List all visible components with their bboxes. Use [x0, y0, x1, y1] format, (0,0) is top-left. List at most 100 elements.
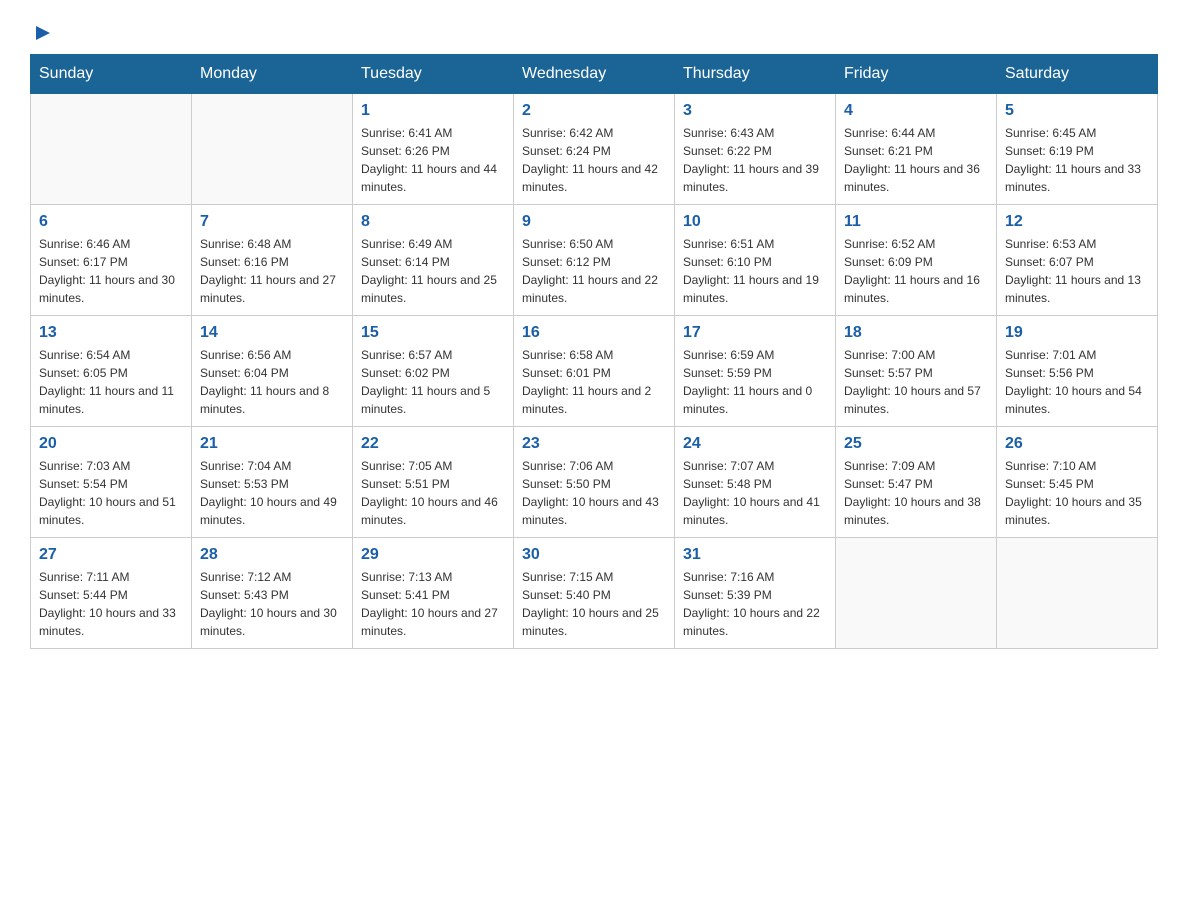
- sunset-text: Sunset: 6:16 PM: [200, 253, 344, 271]
- calendar-cell: 22 Sunrise: 7:05 AMSunset: 5:51 PMDayligh…: [353, 427, 514, 538]
- calendar-cell: 9Sunrise: 6:50 AMSunset: 6:12 PMDaylight…: [514, 205, 675, 316]
- sunrise-text: Sunrise: 6:56 AM: [200, 346, 344, 364]
- daylight-text: Daylight: 11 hours and 13 minutes.: [1005, 271, 1149, 307]
- sunset-text: Sunset: 6:02 PM: [361, 364, 505, 382]
- day-info: Sunrise: 7:00 AMSunset: 5:57 PMDaylight:…: [844, 346, 988, 418]
- daylight-text: Daylight: 10 hours and 30 minutes.: [200, 604, 344, 640]
- day-number: 11: [844, 213, 988, 231]
- sunrise-text: Sunrise: 6:43 AM: [683, 124, 827, 142]
- day-info: Sunrise: 6:56 AMSunset: 6:04 PMDaylight:…: [200, 346, 344, 418]
- calendar-cell: 14Sunrise: 6:56 AMSunset: 6:04 PMDayligh…: [192, 316, 353, 427]
- sunset-text: Sunset: 5:45 PM: [1005, 475, 1149, 493]
- calendar-cell: 27 Sunrise: 7:11 AMSunset: 5:44 PMDayligh…: [31, 538, 192, 649]
- sunset-text: Sunset: 6:26 PM: [361, 142, 505, 160]
- day-number: 1: [361, 102, 505, 120]
- day-info: Sunrise: 7:15 AMSunset: 5:40 PMDaylight:…: [522, 568, 666, 640]
- header-friday: Friday: [836, 55, 997, 94]
- sunrise-text: Sunrise: 7:01 AM: [1005, 346, 1149, 364]
- day-info: Sunrise: 7:05 AMSunset: 5:51 PMDaylight:…: [361, 457, 505, 529]
- calendar-cell: 13Sunrise: 6:54 AMSunset: 6:05 PMDayligh…: [31, 316, 192, 427]
- sunrise-text: Sunrise: 6:57 AM: [361, 346, 505, 364]
- sunset-text: Sunset: 5:53 PM: [200, 475, 344, 493]
- logo: [30, 20, 58, 44]
- sunrise-text: Sunrise: 6:44 AM: [844, 124, 988, 142]
- day-number: 3: [683, 102, 827, 120]
- calendar-cell: 5Sunrise: 6:45 AMSunset: 6:19 PMDaylight…: [997, 94, 1158, 205]
- daylight-text: Daylight: 11 hours and 36 minutes.: [844, 160, 988, 196]
- sunrise-text: Sunrise: 6:52 AM: [844, 235, 988, 253]
- calendar-cell: [192, 94, 353, 205]
- calendar-cell: 31Sunrise: 7:16 AMSunset: 5:39 PMDayligh…: [675, 538, 836, 649]
- daylight-text: Daylight: 10 hours and 57 minutes.: [844, 382, 988, 418]
- day-info: Sunrise: 6:51 AMSunset: 6:10 PMDaylight:…: [683, 235, 827, 307]
- daylight-text: Daylight: 11 hours and 11 minutes.: [39, 382, 183, 418]
- sunrise-text: Sunrise: 6:45 AM: [1005, 124, 1149, 142]
- day-info: Sunrise: 6:59 AMSunset: 5:59 PMDaylight:…: [683, 346, 827, 418]
- sunset-text: Sunset: 5:48 PM: [683, 475, 827, 493]
- day-info: Sunrise: 6:53 AMSunset: 6:07 PMDaylight:…: [1005, 235, 1149, 307]
- daylight-text: Daylight: 10 hours and 43 minutes.: [522, 493, 666, 529]
- day-info: Sunrise: 6:45 AMSunset: 6:19 PMDaylight:…: [1005, 124, 1149, 196]
- calendar-cell: 12Sunrise: 6:53 AMSunset: 6:07 PMDayligh…: [997, 205, 1158, 316]
- day-number: 27: [39, 546, 183, 564]
- sunset-text: Sunset: 6:12 PM: [522, 253, 666, 271]
- sunset-text: Sunset: 6:19 PM: [1005, 142, 1149, 160]
- day-number: 8: [361, 213, 505, 231]
- sunset-text: Sunset: 5:39 PM: [683, 586, 827, 604]
- calendar-cell: 28Sunrise: 7:12 AMSunset: 5:43 PMDayligh…: [192, 538, 353, 649]
- day-number: 16: [522, 324, 666, 342]
- day-info: Sunrise: 7:10 AMSunset: 5:45 PMDaylight:…: [1005, 457, 1149, 529]
- day-info: Sunrise: 7:13 AMSunset: 5:41 PMDaylight:…: [361, 568, 505, 640]
- calendar-table: SundayMondayTuesdayWednesdayThursdayFrid…: [30, 54, 1158, 649]
- day-info: Sunrise: 7:11 AMSunset: 5:44 PMDaylight:…: [39, 568, 183, 640]
- header-saturday: Saturday: [997, 55, 1158, 94]
- sunrise-text: Sunrise: 7:13 AM: [361, 568, 505, 586]
- header-sunday: Sunday: [31, 55, 192, 94]
- sunset-text: Sunset: 6:14 PM: [361, 253, 505, 271]
- day-number: 26: [1005, 435, 1149, 453]
- day-number: 30: [522, 546, 666, 564]
- sunset-text: Sunset: 6:22 PM: [683, 142, 827, 160]
- daylight-text: Daylight: 11 hours and 8 minutes.: [200, 382, 344, 418]
- sunset-text: Sunset: 5:54 PM: [39, 475, 183, 493]
- day-info: Sunrise: 7:07 AMSunset: 5:48 PMDaylight:…: [683, 457, 827, 529]
- sunrise-text: Sunrise: 6:59 AM: [683, 346, 827, 364]
- day-number: 13: [39, 324, 183, 342]
- sunrise-text: Sunrise: 6:49 AM: [361, 235, 505, 253]
- day-number: 22: [361, 435, 505, 453]
- day-number: 31: [683, 546, 827, 564]
- calendar-cell: 4Sunrise: 6:44 AMSunset: 6:21 PMDaylight…: [836, 94, 997, 205]
- calendar-cell: 3Sunrise: 6:43 AMSunset: 6:22 PMDaylight…: [675, 94, 836, 205]
- day-info: Sunrise: 6:48 AMSunset: 6:16 PMDaylight:…: [200, 235, 344, 307]
- daylight-text: Daylight: 10 hours and 27 minutes.: [361, 604, 505, 640]
- day-info: Sunrise: 7:04 AMSunset: 5:53 PMDaylight:…: [200, 457, 344, 529]
- sunrise-text: Sunrise: 7:05 AM: [361, 457, 505, 475]
- day-number: 24: [683, 435, 827, 453]
- calendar-cell: 18Sunrise: 7:00 AMSunset: 5:57 PMDayligh…: [836, 316, 997, 427]
- day-number: 2: [522, 102, 666, 120]
- calendar-cell: 30 Sunrise: 7:15 AMSunset: 5:40 PMDayligh…: [514, 538, 675, 649]
- calendar-cell: [836, 538, 997, 649]
- calendar-cell: 6Sunrise: 6:46 AMSunset: 6:17 PMDaylight…: [31, 205, 192, 316]
- day-info: Sunrise: 7:09 AMSunset: 5:47 PMDaylight:…: [844, 457, 988, 529]
- day-info: Sunrise: 6:41 AMSunset: 6:26 PMDaylight:…: [361, 124, 505, 196]
- calendar-cell: 20Sunrise: 7:03 AMSunset: 5:54 PMDayligh…: [31, 427, 192, 538]
- sunset-text: Sunset: 5:41 PM: [361, 586, 505, 604]
- calendar-cell: 7Sunrise: 6:48 AMSunset: 6:16 PMDaylight…: [192, 205, 353, 316]
- calendar-cell: 15Sunrise: 6:57 AMSunset: 6:02 PMDayligh…: [353, 316, 514, 427]
- calendar-cell: 2Sunrise: 6:42 AMSunset: 6:24 PMDaylight…: [514, 94, 675, 205]
- week-row-4: 27 Sunrise: 7:11 AMSunset: 5:44 PMDayligh…: [31, 538, 1158, 649]
- daylight-text: Daylight: 11 hours and 25 minutes.: [361, 271, 505, 307]
- sunrise-text: Sunrise: 6:41 AM: [361, 124, 505, 142]
- sunrise-text: Sunrise: 7:07 AM: [683, 457, 827, 475]
- daylight-text: Daylight: 10 hours and 25 minutes.: [522, 604, 666, 640]
- daylight-text: Daylight: 11 hours and 44 minutes.: [361, 160, 505, 196]
- header-tuesday: Tuesday: [353, 55, 514, 94]
- day-number: 29: [361, 546, 505, 564]
- daylight-text: Daylight: 11 hours and 30 minutes.: [39, 271, 183, 307]
- sunset-text: Sunset: 5:44 PM: [39, 586, 183, 604]
- calendar-cell: 23Sunrise: 7:06 AMSunset: 5:50 PMDayligh…: [514, 427, 675, 538]
- sunset-text: Sunset: 5:59 PM: [683, 364, 827, 382]
- daylight-text: Daylight: 11 hours and 19 minutes.: [683, 271, 827, 307]
- week-row-0: 1Sunrise: 6:41 AMSunset: 6:26 PMDaylight…: [31, 94, 1158, 205]
